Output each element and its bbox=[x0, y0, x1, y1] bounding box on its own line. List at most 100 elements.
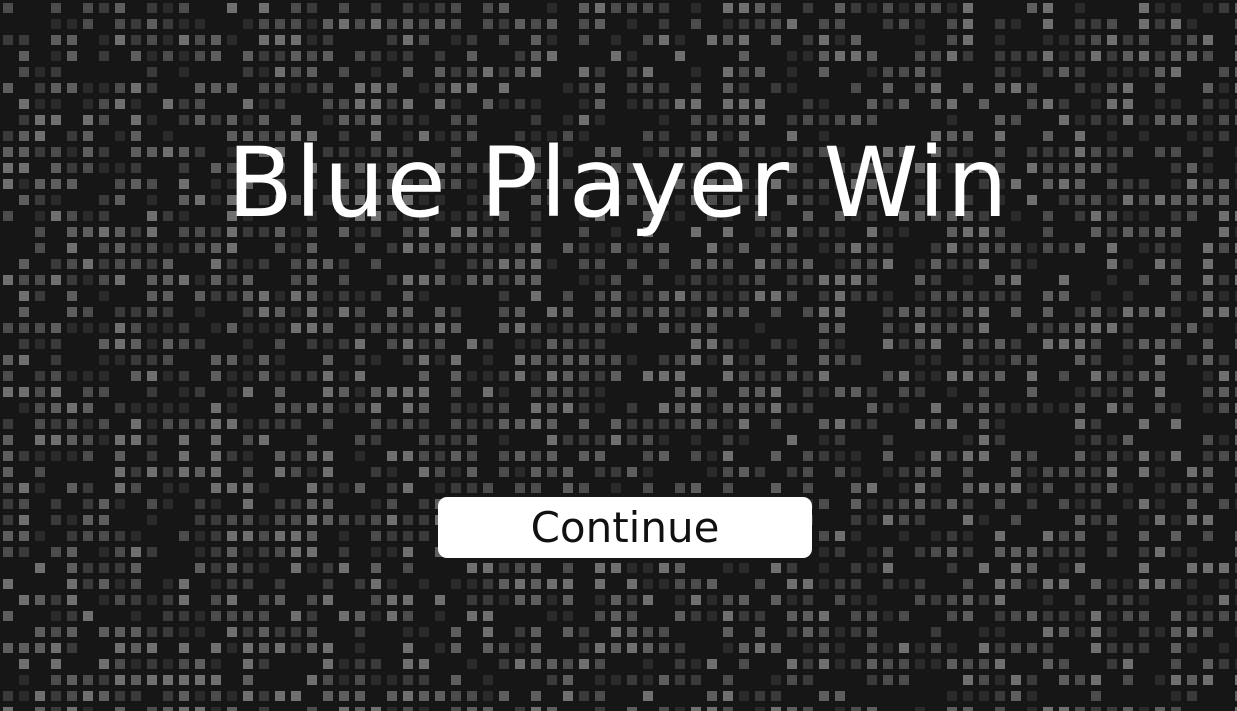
grid-tile bbox=[563, 355, 573, 365]
grid-tile bbox=[579, 115, 589, 125]
grid-tile bbox=[739, 419, 749, 429]
grid-tile bbox=[1123, 707, 1133, 711]
grid-tile bbox=[1011, 563, 1021, 573]
grid-tile bbox=[355, 707, 365, 711]
grid-tile bbox=[451, 707, 461, 711]
grid-tile bbox=[1123, 579, 1133, 589]
continue-button[interactable]: Continue bbox=[438, 497, 812, 558]
grid-tile bbox=[595, 611, 605, 621]
grid-tile bbox=[899, 387, 909, 397]
grid-tile bbox=[259, 99, 269, 109]
grid-tile bbox=[755, 3, 765, 13]
grid-tile bbox=[563, 115, 573, 125]
grid-tile bbox=[819, 99, 829, 109]
grid-tile bbox=[99, 243, 109, 253]
grid-tile bbox=[1187, 563, 1197, 573]
grid-tile bbox=[371, 99, 381, 109]
grid-tile bbox=[259, 659, 269, 669]
grid-tile bbox=[659, 323, 669, 333]
grid-tile bbox=[131, 35, 141, 45]
grid-tile bbox=[179, 643, 189, 653]
grid-tile bbox=[467, 611, 477, 621]
grid-tile bbox=[915, 707, 925, 711]
grid-tile bbox=[1139, 115, 1149, 125]
grid-tile bbox=[659, 355, 669, 365]
grid-tile bbox=[211, 275, 221, 285]
grid-tile bbox=[819, 307, 829, 317]
result-title: Blue Player Win bbox=[227, 127, 1010, 239]
grid-tile bbox=[851, 51, 861, 61]
grid-tile bbox=[339, 707, 349, 711]
grid-tile bbox=[1091, 467, 1101, 477]
grid-tile bbox=[403, 99, 413, 109]
grid-tile bbox=[963, 243, 973, 253]
grid-tile bbox=[19, 547, 29, 557]
grid-tile bbox=[1155, 3, 1165, 13]
grid-tile bbox=[1043, 67, 1053, 77]
grid-tile bbox=[915, 595, 925, 605]
grid-tile bbox=[595, 19, 605, 29]
grid-tile bbox=[899, 499, 909, 509]
grid-tile bbox=[419, 707, 429, 711]
grid-tile bbox=[339, 611, 349, 621]
grid-tile bbox=[403, 403, 413, 413]
grid-tile bbox=[595, 371, 605, 381]
grid-tile bbox=[371, 291, 381, 301]
grid-tile bbox=[675, 403, 685, 413]
grid-tile bbox=[787, 371, 797, 381]
grid-tile bbox=[163, 595, 173, 605]
grid-tile bbox=[307, 307, 317, 317]
grid-tile bbox=[595, 659, 605, 669]
grid-tile bbox=[499, 307, 509, 317]
grid-tile bbox=[947, 499, 957, 509]
grid-tile bbox=[979, 419, 989, 429]
grid-tile bbox=[1187, 643, 1197, 653]
grid-tile bbox=[243, 531, 253, 541]
grid-tile bbox=[515, 563, 525, 573]
grid-tile bbox=[691, 307, 701, 317]
grid-tile bbox=[611, 35, 621, 45]
grid-tile bbox=[963, 675, 973, 685]
grid-tile bbox=[739, 691, 749, 701]
grid-tile bbox=[1155, 99, 1165, 109]
grid-tile bbox=[835, 643, 845, 653]
grid-tile bbox=[675, 595, 685, 605]
grid-tile bbox=[387, 611, 397, 621]
grid-tile bbox=[947, 371, 957, 381]
grid-tile bbox=[995, 67, 1005, 77]
grid-tile bbox=[611, 371, 621, 381]
grid-tile bbox=[179, 371, 189, 381]
grid-tile bbox=[147, 499, 157, 509]
grid-tile bbox=[1075, 51, 1085, 61]
grid-tile bbox=[3, 531, 13, 541]
grid-tile bbox=[451, 243, 461, 253]
grid-tile bbox=[1123, 115, 1133, 125]
grid-tile bbox=[1123, 451, 1133, 461]
grid-tile bbox=[547, 595, 557, 605]
grid-tile bbox=[131, 643, 141, 653]
grid-tile bbox=[995, 547, 1005, 557]
grid-tile bbox=[3, 323, 13, 333]
grid-tile bbox=[307, 19, 317, 29]
grid-tile bbox=[467, 419, 477, 429]
grid-tile bbox=[819, 547, 829, 557]
grid-tile bbox=[339, 691, 349, 701]
grid-tile bbox=[259, 323, 269, 333]
grid-tile bbox=[723, 467, 733, 477]
grid-tile bbox=[659, 435, 669, 445]
grid-tile bbox=[387, 419, 397, 429]
grid-tile bbox=[995, 659, 1005, 669]
grid-tile bbox=[67, 643, 77, 653]
grid-tile bbox=[1043, 467, 1053, 477]
grid-tile bbox=[723, 243, 733, 253]
grid-tile bbox=[1123, 67, 1133, 77]
grid-tile bbox=[1107, 371, 1117, 381]
grid-tile bbox=[883, 3, 893, 13]
grid-tile bbox=[627, 307, 637, 317]
grid-tile bbox=[403, 115, 413, 125]
grid-tile bbox=[979, 451, 989, 461]
grid-tile bbox=[579, 659, 589, 669]
grid-tile bbox=[803, 115, 813, 125]
grid-tile bbox=[1075, 467, 1085, 477]
grid-tile bbox=[1187, 675, 1197, 685]
